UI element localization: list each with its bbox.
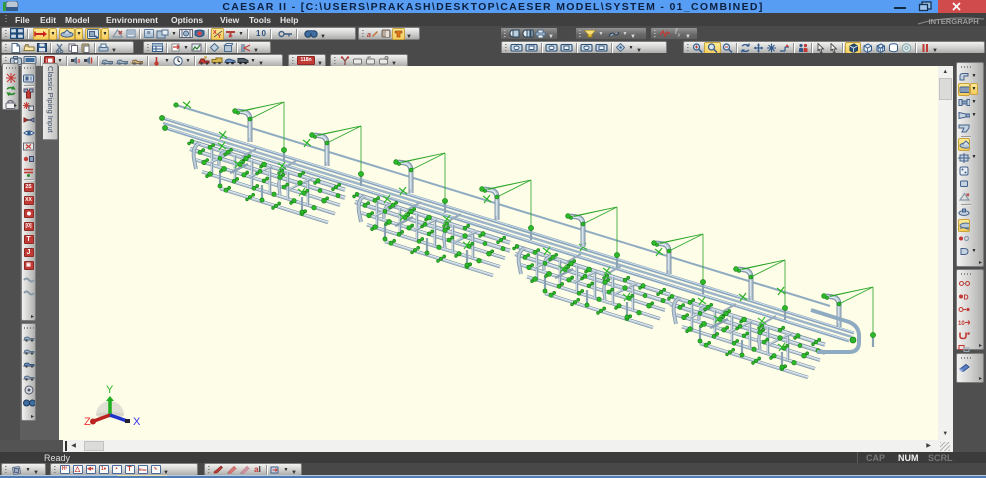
svg-text:Y: Y [106, 384, 114, 396]
svg-text:Y: Y [217, 34, 221, 38]
svg-text:X: X [133, 416, 141, 428]
svg-text:0: 0 [78, 59, 81, 65]
svg-text:Z: Z [84, 416, 91, 428]
svg-text:a: a [367, 32, 371, 38]
svg-text:INTERGRAPH: INTERGRAPH [929, 17, 979, 26]
svg-text:10: 10 [228, 34, 233, 39]
svg-text:D: D [964, 295, 969, 302]
svg-text:10: 10 [958, 321, 965, 327]
